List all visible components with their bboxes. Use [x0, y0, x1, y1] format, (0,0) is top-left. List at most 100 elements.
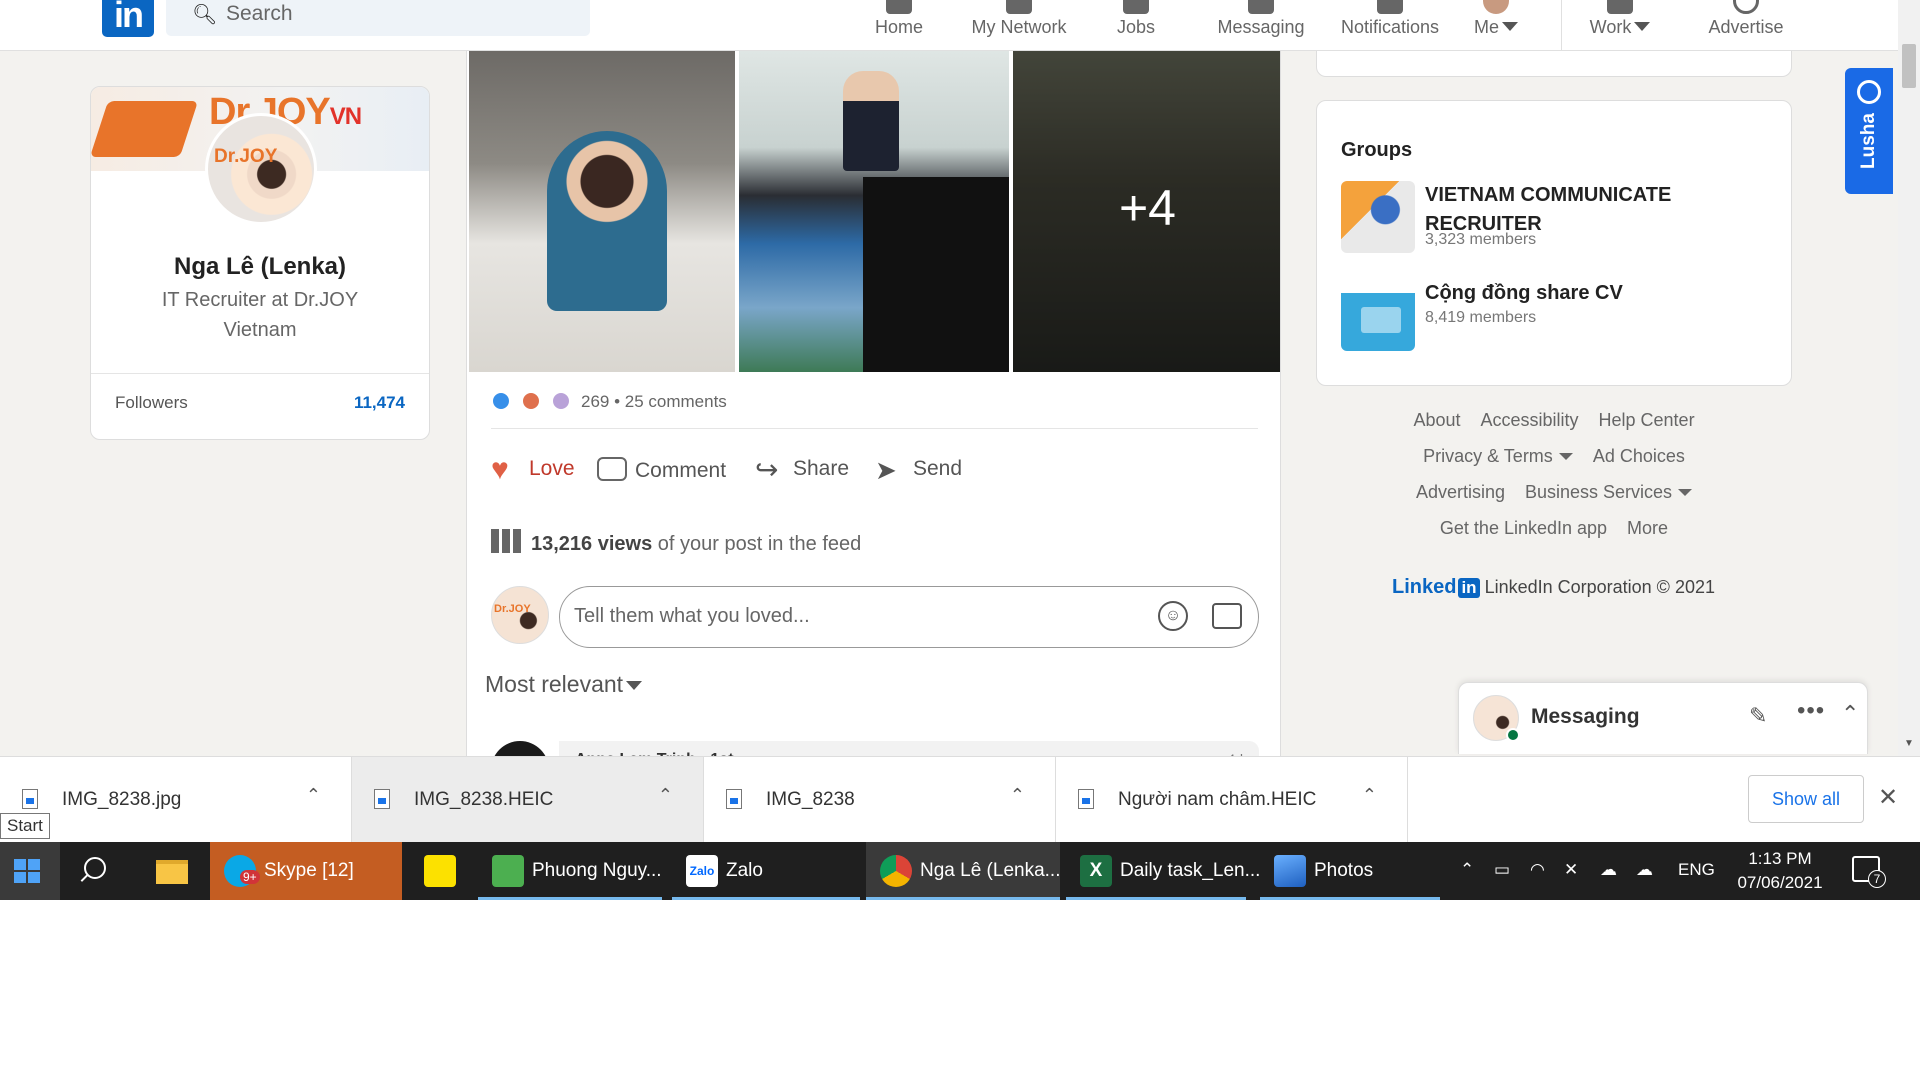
photo-monitor: [863, 177, 1009, 372]
language-indicator[interactable]: ENG: [1678, 860, 1715, 880]
nav-notifications-label: Notifications: [1340, 17, 1440, 37]
start-tooltip: Start: [0, 813, 50, 839]
lusha-label: Lusha: [1858, 113, 1879, 169]
nav-messaging[interactable]: Messaging: [1206, 0, 1316, 51]
grid-icon: [1605, 0, 1635, 14]
taskbar-chat-window[interactable]: Phuong Nguy...: [478, 842, 662, 900]
compose-icon[interactable]: ✎: [1749, 703, 1767, 729]
nav-work-label: Work: [1576, 17, 1664, 38]
send-icon: [875, 459, 905, 483]
footer-business-services[interactable]: Business Services: [1525, 482, 1692, 502]
footer-accessibility[interactable]: Accessibility: [1480, 410, 1578, 430]
post-photo-3[interactable]: +4: [1013, 51, 1280, 372]
profile-name[interactable]: Nga Lê (Lenka): [91, 253, 429, 281]
linkedin-logo[interactable]: in: [102, 0, 154, 37]
chevron-up-icon[interactable]: ⌃: [306, 785, 321, 806]
group-members: 8,419 members: [1425, 309, 1537, 326]
comment-label: Comment: [635, 459, 727, 482]
comment-input[interactable]: Tell them what you loved... ☺: [559, 586, 1259, 648]
chevron-up-icon[interactable]: ⌃: [1841, 701, 1859, 727]
taskbar-photos[interactable]: Photos: [1260, 842, 1440, 900]
photo-subject: [547, 131, 667, 311]
chevron-up-icon[interactable]: ⌃: [1362, 785, 1377, 806]
reaction-summary[interactable]: 269 • 25 comments: [581, 392, 727, 412]
comment-button[interactable]: Comment: [597, 457, 726, 493]
avatar-icon: [1481, 0, 1511, 14]
footer-get-app[interactable]: Get the LinkedIn app: [1440, 518, 1607, 538]
profile-avatar[interactable]: Dr.JOY: [205, 113, 317, 225]
cloud-icon[interactable]: ☁: [1636, 860, 1653, 880]
profile-headline: IT Recruiter at Dr.JOY Vietnam: [161, 289, 359, 341]
nav-jobs[interactable]: Jobs: [1106, 0, 1166, 51]
taskbar-skype[interactable]: 9+ Skype [12]: [210, 842, 402, 900]
chevron-up-icon[interactable]: ⌃: [658, 785, 673, 806]
taskbar-excel[interactable]: X Daily task_Len...: [1066, 842, 1260, 900]
taskbar-sticky-notes[interactable]: [410, 842, 472, 900]
banner-logo-mark: [91, 101, 199, 157]
taskbar-chrome[interactable]: Nga Lê (Lenka...: [866, 842, 1060, 900]
bell-icon: [1375, 0, 1405, 14]
nav-my-network[interactable]: My Network: [962, 0, 1076, 51]
love-button[interactable]: Love: [491, 457, 575, 493]
group-name[interactable]: Cộng đồng share CV: [1425, 279, 1623, 308]
share-button[interactable]: Share: [755, 457, 849, 493]
footer-advertising[interactable]: Advertising: [1416, 482, 1505, 502]
taskbar: 9+ Skype [12] Phuong Nguy... Zalo Zalo N…: [0, 842, 1920, 900]
download-filename: IMG_8238: [766, 789, 855, 810]
sticky-notes-icon: [424, 855, 456, 887]
chevron-up-icon[interactable]: ⌃: [1460, 860, 1474, 880]
chevron-up-icon[interactable]: ⌃: [1010, 785, 1025, 806]
scrollbar-thumb[interactable]: [1902, 44, 1916, 88]
download-item[interactable]: IMG_8238.jpg ⌃: [0, 757, 352, 843]
taskbar-clock[interactable]: 1:13 PM 07/06/2021: [1730, 847, 1830, 895]
nav-advertise[interactable]: Advertise: [1700, 0, 1792, 51]
action-center-icon[interactable]: 7: [1852, 856, 1886, 888]
followers-label[interactable]: Followers: [115, 393, 188, 413]
taskbar-zalo[interactable]: Zalo Zalo: [672, 842, 860, 900]
file-explorer-button[interactable]: [142, 842, 204, 900]
messaging-title[interactable]: Messaging: [1531, 705, 1640, 729]
banner-brand-suffix: VN: [329, 103, 362, 130]
download-item[interactable]: IMG_8238 ⌃: [704, 757, 1056, 843]
start-button[interactable]: [0, 842, 60, 900]
nav-home[interactable]: Home: [862, 0, 936, 51]
image-icon[interactable]: [1212, 603, 1242, 629]
search-input[interactable]: 🔍︎ Search: [166, 0, 590, 36]
close-icon[interactable]: ✕: [1878, 783, 1898, 812]
nav-me-label: Me: [1464, 17, 1528, 38]
post-photo-1[interactable]: [469, 51, 735, 372]
send-button[interactable]: Send: [875, 457, 962, 493]
nav-notifications[interactable]: Notifications: [1324, 0, 1456, 51]
volume-muted-icon[interactable]: ✕: [1564, 860, 1578, 880]
emoji-icon[interactable]: ☺: [1158, 601, 1188, 631]
wifi-icon[interactable]: ◠: [1530, 860, 1545, 880]
followers-count[interactable]: 11,474: [354, 393, 405, 413]
nav-my-network-label: My Network: [971, 17, 1067, 37]
post-photo-2[interactable]: [739, 51, 1009, 372]
lusha-extension-tab[interactable]: Lusha: [1845, 68, 1893, 194]
messaging-widget[interactable]: Messaging ✎ ••• ⌃: [1458, 682, 1868, 754]
photos-label: Photos: [1314, 860, 1374, 881]
nav-work[interactable]: Work: [1576, 0, 1664, 51]
footer-about[interactable]: About: [1413, 410, 1460, 430]
battery-icon[interactable]: ▭: [1494, 860, 1510, 880]
nav-me[interactable]: Me: [1464, 0, 1528, 51]
nav-jobs-label: Jobs: [1116, 17, 1156, 37]
more-options-icon[interactable]: •••: [1797, 697, 1825, 725]
analytics-icon: [491, 529, 521, 553]
footer-privacy-terms[interactable]: Privacy & Terms: [1423, 446, 1573, 466]
taskbar-search-button[interactable]: [60, 842, 132, 900]
share-icon: [755, 459, 785, 483]
nav-messaging-label: Messaging: [1217, 17, 1305, 37]
footer-help-center[interactable]: Help Center: [1599, 410, 1695, 430]
download-item[interactable]: IMG_8238.HEIC ⌃: [352, 757, 704, 843]
scrollbar[interactable]: ▼: [1898, 0, 1920, 756]
download-item[interactable]: Người nam châm.HEIC ⌃: [1056, 757, 1408, 843]
post-views[interactable]: 13,216 views of your post in the feed: [491, 529, 861, 556]
show-all-button[interactable]: Show all: [1748, 775, 1864, 823]
scroll-down-arrow-icon[interactable]: ▼: [1904, 738, 1914, 749]
comment-sort-select[interactable]: Most relevant: [485, 671, 642, 698]
cloud-upload-icon[interactable]: ☁: [1600, 860, 1617, 880]
footer-ad-choices[interactable]: Ad Choices: [1593, 446, 1685, 466]
footer-more[interactable]: More: [1627, 518, 1668, 538]
